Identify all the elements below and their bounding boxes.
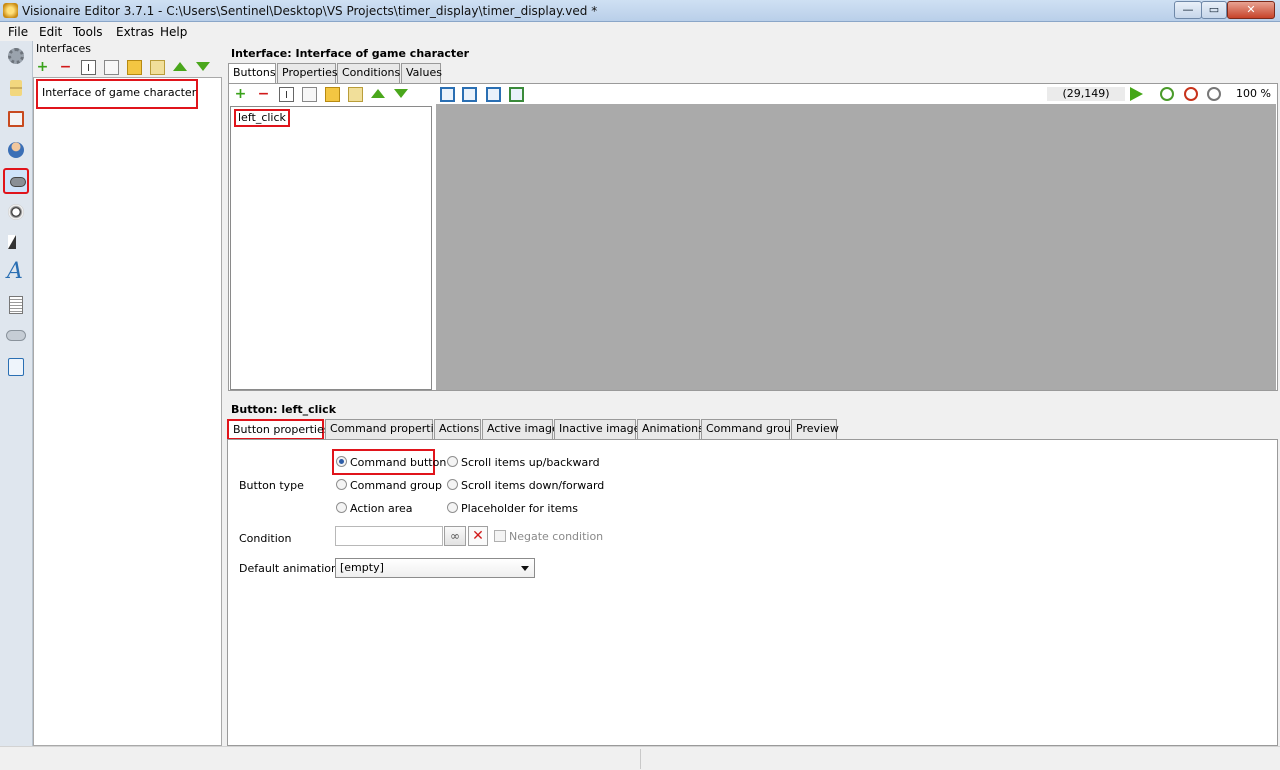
script-icon[interactable] [3, 354, 29, 380]
default-animation-label: Default animation [239, 562, 338, 575]
minimize-button[interactable]: — [1174, 1, 1202, 19]
section-toolbar: A [0, 41, 33, 746]
menu-help[interactable]: Help [160, 25, 187, 39]
tab-command-group[interactable]: Command group [701, 419, 798, 439]
menu-tools[interactable]: Tools [73, 25, 103, 39]
zoom-out-icon[interactable] [1207, 87, 1221, 101]
status-separator [640, 749, 641, 769]
title-bar: Visionaire Editor 3.7.1 - C:\Users\Senti… [0, 0, 1280, 22]
list-item[interactable]: left_click [234, 109, 290, 127]
gamepad-icon[interactable] [3, 168, 29, 194]
gear-icon[interactable] [3, 43, 29, 69]
add-icon[interactable]: + [35, 60, 50, 75]
menu-file[interactable]: File [8, 25, 28, 39]
negate-condition-label: Negate condition [509, 530, 604, 543]
interface-canvas[interactable] [436, 104, 1276, 390]
radio-scroll-up[interactable] [447, 456, 458, 467]
default-animation-value: [empty] [340, 561, 384, 574]
copy-button-icon[interactable] [302, 87, 317, 102]
tab-values[interactable]: Values [401, 63, 442, 83]
tab-active-image[interactable]: Active image [482, 419, 559, 439]
zoom-level: 100 % [1236, 87, 1271, 100]
window-title: Visionaire Editor 3.7.1 - C:\Users\Senti… [22, 4, 598, 18]
zoom-reset-icon[interactable] [1184, 87, 1198, 101]
hourglass-icon[interactable] [3, 75, 29, 101]
default-animation-select[interactable]: [empty] [335, 558, 535, 578]
menu-edit[interactable]: Edit [39, 25, 62, 39]
remove-icon[interactable]: − [58, 60, 73, 75]
status-bar [0, 746, 1280, 770]
close-button[interactable]: ✕ [1227, 1, 1275, 19]
text-area-icon[interactable] [486, 87, 501, 102]
weather-icon[interactable] [3, 323, 29, 349]
radio-action-area[interactable] [336, 502, 347, 513]
import-icon[interactable] [127, 60, 142, 75]
select-area-icon[interactable] [440, 87, 455, 102]
move-button-up-icon[interactable] [371, 89, 385, 98]
chevron-down-icon [521, 566, 529, 571]
app-logo-icon [3, 3, 18, 18]
copy-icon[interactable] [104, 60, 119, 75]
menu-bar: File Edit Tools Extras Help [0, 22, 1280, 41]
radio-command-group[interactable] [336, 479, 347, 490]
fit-view-icon[interactable] [509, 87, 524, 102]
radio-label: Command group [350, 479, 442, 492]
play-icon[interactable] [1130, 87, 1143, 101]
button-type-label: Button type [239, 479, 304, 492]
interfaces-label: Interfaces [36, 42, 91, 55]
tab-buttons[interactable]: Buttons [228, 63, 276, 84]
radio-label: Placeholder for items [461, 502, 578, 515]
menu-extras[interactable]: Extras [116, 25, 154, 39]
zoom-in-icon[interactable] [1160, 87, 1174, 101]
tab-button-properties[interactable]: Button properties [227, 419, 329, 440]
tab-inactive-image[interactable]: Inactive image [554, 419, 640, 439]
character-icon[interactable] [3, 137, 29, 163]
link-condition-button[interactable]: ∞ [444, 526, 466, 546]
negate-condition-checkbox[interactable] [494, 530, 506, 542]
paste-button-icon[interactable] [348, 87, 363, 102]
tab-preview[interactable]: Preview [791, 419, 839, 439]
list-item[interactable]: Interface of game character [36, 79, 198, 109]
tab-command-properties[interactable]: Command properties [325, 419, 446, 439]
text-document-icon[interactable] [3, 292, 29, 318]
import-button-icon[interactable] [325, 87, 340, 102]
radio-label: Command button [350, 456, 447, 469]
paste-icon[interactable] [150, 60, 165, 75]
move-button-down-icon[interactable] [394, 89, 408, 98]
rename-icon[interactable]: I [81, 60, 96, 75]
radio-scroll-down[interactable] [447, 479, 458, 490]
radio-label: Scroll items down/forward [461, 479, 605, 492]
house-icon[interactable] [3, 106, 29, 132]
radio-placeholder[interactable] [447, 502, 458, 513]
radio-label: Scroll items up/backward [461, 456, 600, 469]
cursor-icon[interactable] [3, 230, 29, 256]
tab-conditions[interactable]: Conditions [337, 63, 400, 83]
font-icon[interactable]: A [3, 259, 29, 287]
edit-area-icon[interactable] [462, 87, 477, 102]
clear-condition-button[interactable]: ✕ [468, 526, 488, 546]
rename-button-icon[interactable]: I [279, 87, 294, 102]
interfaces-list: Interface of game character [33, 77, 222, 746]
move-down-icon[interactable] [196, 62, 210, 71]
ball-icon[interactable] [3, 199, 29, 225]
tab-actions[interactable]: Actions [434, 419, 481, 439]
cursor-coordinates: (29,149) [1047, 87, 1125, 101]
add-button-icon[interactable]: + [233, 87, 248, 102]
condition-field[interactable] [335, 526, 443, 546]
maximize-button[interactable]: ▭ [1201, 1, 1227, 19]
remove-button-icon[interactable]: − [256, 87, 271, 102]
radio-command-button[interactable] [336, 456, 347, 467]
tab-properties[interactable]: Properties [277, 63, 338, 83]
button-title: Button: left_click [231, 403, 337, 416]
button-list: left_click [230, 106, 432, 390]
condition-label: Condition [239, 532, 292, 545]
move-up-icon[interactable] [173, 62, 187, 71]
interface-title: Interface: Interface of game character [231, 47, 470, 60]
tab-animations[interactable]: Animations [637, 419, 704, 439]
radio-label: Action area [350, 502, 413, 515]
